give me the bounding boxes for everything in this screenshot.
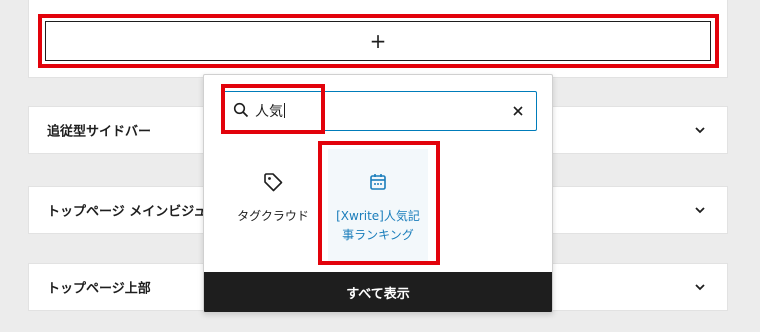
highlight-box-add-button: [38, 14, 719, 68]
close-icon[interactable]: [512, 105, 524, 117]
block-item-tag-cloud[interactable]: タグクラウド: [223, 149, 323, 261]
highlight-box-ranking-block: [318, 141, 440, 265]
block-item-label: タグクラウド: [237, 209, 309, 223]
tag-icon: [264, 173, 283, 192]
chevron-down-icon: [695, 284, 705, 291]
highlight-box-search: [221, 84, 325, 134]
widget-area-title: 追従型サイドバー: [47, 124, 152, 140]
widget-area-title: トップページ上部: [47, 281, 151, 297]
chevron-down-icon: [695, 127, 705, 134]
show-all-button[interactable]: すべて表示: [204, 272, 552, 312]
chevron-down-icon: [695, 207, 705, 214]
